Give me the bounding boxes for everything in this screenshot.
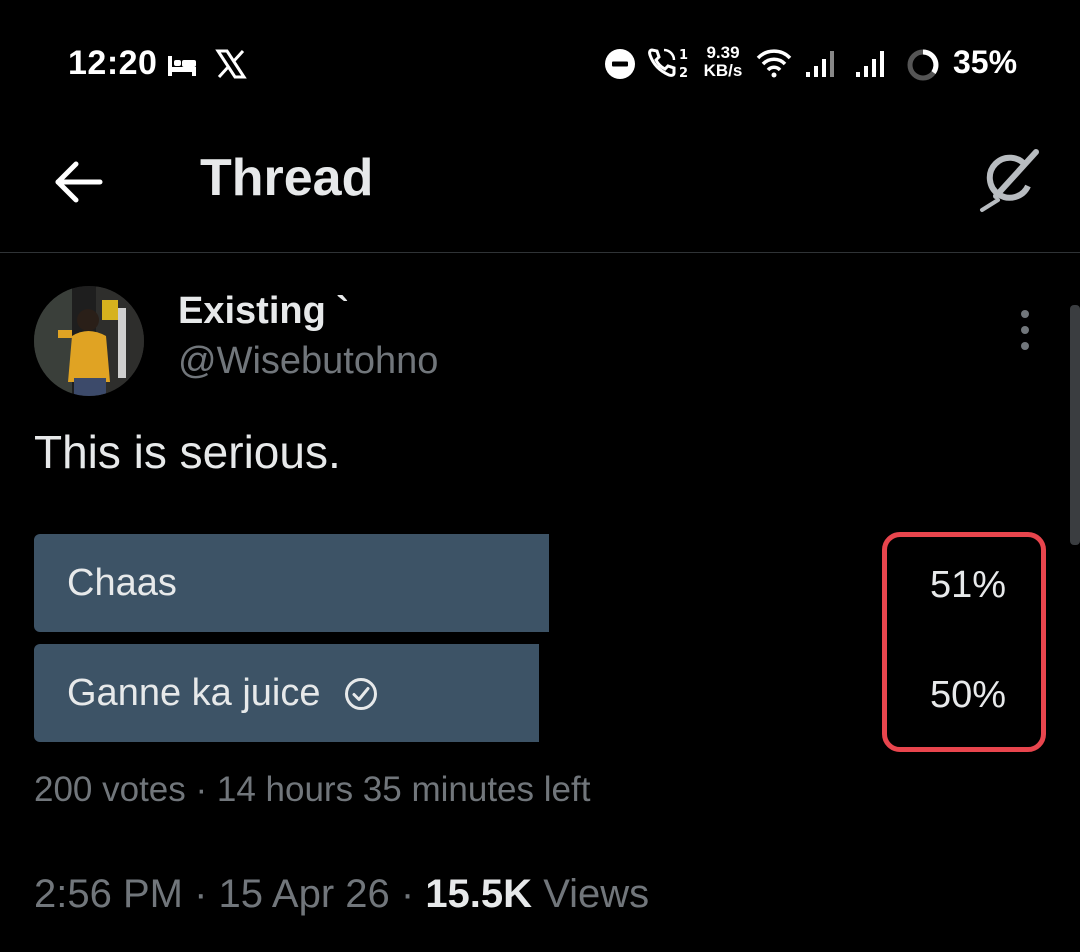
network-speed-unit: KB/s [703, 61, 743, 80]
network-speed: 9.39 KB/s [700, 44, 746, 80]
poll-option-label: Chaas [67, 562, 177, 605]
svg-text:1: 1 [679, 48, 688, 63]
grok-button[interactable] [978, 144, 1048, 214]
display-name[interactable]: Existing ` [178, 290, 349, 333]
status-time: 12:20 [68, 44, 158, 82]
post-time: 2:56 PM [34, 872, 183, 916]
user-handle[interactable]: @Wisebutohno [178, 340, 438, 383]
poll-option-text: Ganne ka juice [67, 672, 321, 714]
back-button[interactable] [48, 152, 108, 212]
more-options-button[interactable] [1008, 308, 1042, 352]
meta-separator: · [182, 872, 219, 916]
highlight-annotation [882, 532, 1046, 752]
wifi-icon [756, 48, 792, 86]
sleep-icon [166, 50, 198, 88]
views-label: Views [543, 872, 650, 916]
x-logo-icon [215, 48, 247, 86]
network-speed-value: 9.39 [706, 43, 740, 62]
battery-ring-icon [906, 48, 940, 86]
arrow-left-icon [55, 161, 103, 203]
more-vertical-icon [1021, 310, 1029, 350]
post-date: 15 Apr 26 [218, 872, 390, 916]
meta-separator: · [389, 872, 426, 916]
page-title: Thread [200, 149, 374, 207]
status-bar: 12:20 1 2 9.39 KB/s 35% [0, 0, 1080, 130]
post-meta: 2:56 PM · 15 Apr 26 · 15.5K Views [34, 872, 649, 917]
poll-option-label: Ganne ka juice [67, 672, 379, 715]
battery-percent: 35% [953, 44, 1018, 80]
volte-call-icon: 1 2 [646, 44, 692, 82]
signal-sim2-icon [854, 48, 890, 86]
scrollbar[interactable] [1070, 305, 1080, 545]
signal-sim1-icon [804, 48, 840, 86]
views-count[interactable]: 15.5K [425, 872, 532, 916]
check-circle-icon [344, 677, 377, 710]
svg-text:2: 2 [679, 66, 688, 81]
avatar[interactable] [34, 286, 144, 396]
thread-header: Thread [0, 130, 1080, 253]
grok-icon [980, 149, 1039, 212]
post-text: This is serious. [34, 426, 341, 478]
do-not-disturb-icon [604, 48, 636, 86]
poll-option-text: Chaas [67, 562, 177, 604]
poll-meta: 200 votes · 14 hours 35 minutes left [34, 770, 591, 809]
